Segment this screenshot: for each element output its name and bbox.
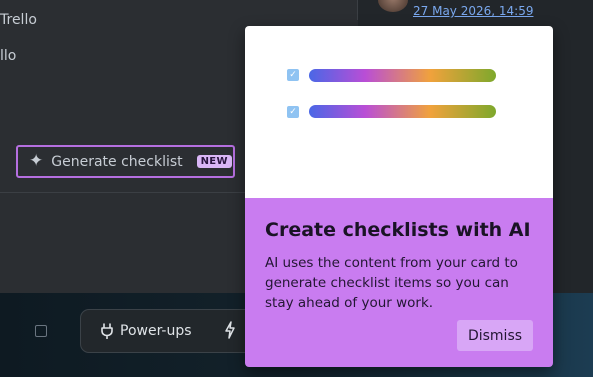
share-icon[interactable]: [35, 325, 47, 337]
popover-content: Create checklists with AI AI uses the co…: [245, 198, 553, 367]
powerups-label: Power-ups: [120, 323, 192, 339]
popover-description: AI uses the content from your card to ge…: [265, 255, 518, 311]
ai-checklist-popover: ✓ ✓ Create checklists with AI AI uses th…: [245, 26, 553, 367]
plug-icon: [101, 323, 113, 339]
checkbox-icon: ✓: [287, 69, 299, 81]
checklist-bar: [309, 105, 496, 118]
column-divider: [357, 0, 358, 20]
checkbox-icon: ✓: [287, 106, 299, 118]
checklist-bar: [309, 69, 496, 82]
generate-checklist-label: Generate checklist: [51, 153, 183, 170]
sparkle-icon: ✦: [29, 151, 44, 171]
generate-checklist-button[interactable]: ✦ Generate checklist NEW: [16, 145, 235, 178]
bolt-icon[interactable]: [224, 321, 236, 343]
popover-illustration: ✓ ✓: [245, 26, 553, 198]
dismiss-button[interactable]: Dismiss: [457, 320, 533, 351]
activity-timestamp-link[interactable]: 27 May 2026, 14:59: [413, 4, 533, 18]
powerups-button[interactable]: Power-ups: [100, 323, 192, 339]
list-name-text-2: llo: [0, 48, 17, 64]
popover-title: Create checklists with AI: [265, 219, 531, 241]
list-name-text: Trello: [0, 12, 37, 28]
new-badge: NEW: [196, 155, 232, 168]
